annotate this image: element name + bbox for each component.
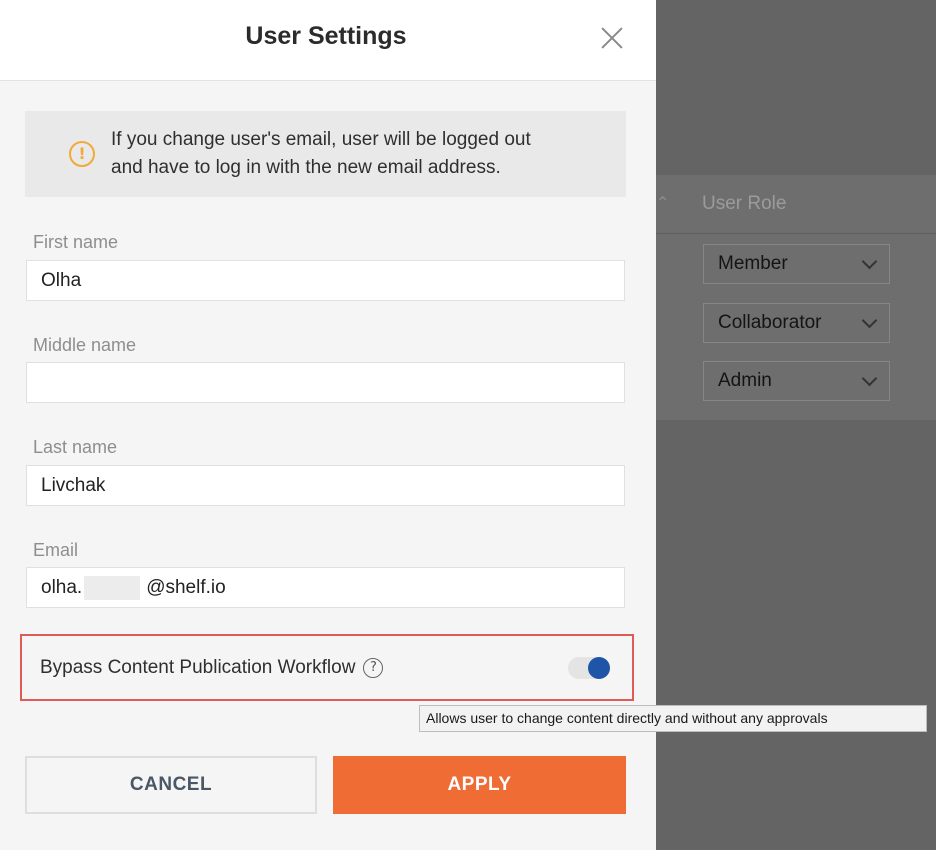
role-select-collaborator: Collaborator <box>703 303 890 343</box>
role-select-admin: Admin <box>703 361 890 401</box>
notice-line-1: If you change user's email, user will be… <box>111 129 531 150</box>
question-icon[interactable]: ? <box>363 657 384 678</box>
notice-line-2: and have to log in with the new email ad… <box>111 157 501 178</box>
email-redacted-block <box>84 575 141 600</box>
notice-text: If you change user's email, user will be… <box>111 126 531 182</box>
chevron-down-icon <box>861 370 878 387</box>
middle-name-input[interactable] <box>26 362 625 403</box>
middle-name-label: Middle name <box>33 335 137 355</box>
chevron-down-icon <box>861 253 878 270</box>
toggle-knob <box>588 657 610 679</box>
bypass-workflow-tooltip: Allows user to change content directly a… <box>419 705 927 732</box>
background-table-header <box>656 175 936 234</box>
first-name-label: First name <box>33 232 119 252</box>
column-title-user-role: User Role <box>702 193 787 214</box>
modal-body: ! If you change user's email, user will … <box>0 81 656 850</box>
email-label: Email <box>33 540 79 560</box>
chevron-down-icon <box>861 312 878 329</box>
email-suffix: @shelf.io <box>146 576 226 598</box>
email-input[interactable]: olha. @shelf.io <box>26 567 625 608</box>
email-prefix: olha. <box>41 576 83 598</box>
modal-title: User Settings <box>245 22 407 50</box>
role-select-value: Collaborator <box>718 312 822 333</box>
apply-button[interactable]: APPLY <box>333 756 626 814</box>
role-select-value: Admin <box>718 370 772 391</box>
modal-header: User Settings <box>0 0 656 81</box>
last-name-label: Last name <box>33 437 118 457</box>
bypass-workflow-label: Bypass Content Publication Workflow <box>40 656 356 678</box>
role-select-value: Member <box>718 253 788 274</box>
cancel-button[interactable]: CANCEL <box>25 756 317 814</box>
role-select-member: Member <box>703 244 890 284</box>
bypass-workflow-toggle[interactable] <box>568 657 610 679</box>
email-change-notice: ! If you change user's email, user will … <box>25 111 626 197</box>
sort-icon: ⌃ <box>656 193 670 212</box>
last-name-input[interactable] <box>26 465 625 506</box>
close-icon[interactable] <box>596 22 628 54</box>
warning-icon: ! <box>69 141 95 167</box>
bypass-workflow-setting: Bypass Content Publication Workflow ? <box>20 634 634 701</box>
first-name-input[interactable] <box>26 260 625 301</box>
